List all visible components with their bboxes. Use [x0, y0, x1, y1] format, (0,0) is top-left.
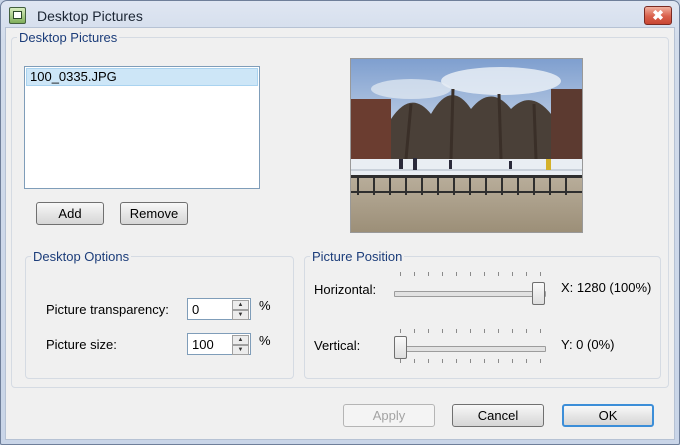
transparency-stepper[interactable]: 0 ▲ ▼ [187, 298, 251, 320]
horizontal-slider-ticks [400, 272, 541, 278]
slider-tick [442, 359, 443, 363]
down-arrow-icon[interactable]: ▼ [232, 310, 249, 320]
slider-tick [470, 272, 471, 276]
slider-tick [484, 329, 485, 333]
horizontal-readout: X: 1280 (100%) [561, 280, 652, 295]
cancel-button[interactable]: Cancel [452, 404, 544, 427]
picture-size-stepper[interactable]: 100 ▲ ▼ [187, 333, 251, 355]
vertical-readout: Y: 0 (0%) [561, 337, 615, 352]
slider-tick [526, 359, 527, 363]
apply-button[interactable]: Apply [343, 404, 435, 427]
slider-tick [484, 359, 485, 363]
picture-size-spin-buttons: ▲ ▼ [232, 335, 249, 355]
slider-tick [470, 359, 471, 363]
slider-tick [400, 329, 401, 333]
horizontal-slider-thumb[interactable] [532, 282, 545, 305]
slider-tick [512, 329, 513, 333]
remove-button[interactable]: Remove [120, 202, 188, 225]
slider-tick [456, 359, 457, 363]
dialog-body: Desktop Pictures 100_0335.JPG Add Remove [5, 27, 675, 440]
slider-tick [540, 329, 541, 333]
slider-tick [512, 359, 513, 363]
vertical-slider-ticks-bottom [400, 359, 541, 365]
slider-tick [540, 359, 541, 363]
slider-tick [512, 272, 513, 276]
slider-tick [484, 272, 485, 276]
picture-position-group-label: Picture Position [312, 249, 403, 264]
slider-tick [428, 329, 429, 333]
slider-tick [498, 329, 499, 333]
slider-tick [526, 272, 527, 276]
desktop-pictures-group-label: Desktop Pictures [19, 30, 118, 45]
slider-tick [428, 272, 429, 276]
slider-tick [414, 359, 415, 363]
ok-button[interactable]: OK [562, 404, 654, 427]
transparency-spin-buttons: ▲ ▼ [232, 300, 249, 320]
picture-size-unit: % [259, 333, 271, 348]
transparency-unit: % [259, 298, 271, 313]
slider-tick [400, 359, 401, 363]
slider-tick [442, 329, 443, 333]
vertical-label: Vertical: [314, 338, 361, 353]
transparency-value[interactable]: 0 [192, 302, 199, 317]
vertical-slider-thumb[interactable] [394, 336, 407, 359]
slider-tick [498, 272, 499, 276]
up-arrow-icon[interactable]: ▲ [232, 300, 249, 310]
preview-image [351, 59, 582, 232]
slider-tick [442, 272, 443, 276]
picture-preview [350, 58, 583, 233]
list-item[interactable]: 100_0335.JPG [26, 68, 258, 86]
slider-tick [414, 329, 415, 333]
slider-tick [540, 272, 541, 276]
close-button[interactable]: ✖ [644, 6, 672, 25]
transparency-label: Picture transparency: [46, 302, 169, 317]
horizontal-slider-track[interactable] [394, 291, 546, 297]
horizontal-label: Horizontal: [314, 282, 377, 297]
add-button[interactable]: Add [36, 202, 104, 225]
slider-tick [456, 329, 457, 333]
picture-size-value[interactable]: 100 [192, 337, 214, 352]
up-arrow-icon[interactable]: ▲ [232, 335, 249, 345]
picture-file-list[interactable]: 100_0335.JPG [24, 66, 260, 189]
vertical-slider-track[interactable] [394, 346, 546, 352]
desktop-pictures-icon [9, 7, 26, 24]
slider-tick [470, 329, 471, 333]
slider-tick [414, 272, 415, 276]
down-arrow-icon[interactable]: ▼ [232, 345, 249, 355]
vertical-slider-ticks [400, 329, 541, 335]
window-title: Desktop Pictures [37, 8, 143, 24]
slider-tick [400, 272, 401, 276]
slider-tick [526, 329, 527, 333]
slider-tick [428, 359, 429, 363]
dialog-window: Desktop Pictures ✖ Desktop Pictures 100_… [0, 0, 680, 445]
slider-tick [498, 359, 499, 363]
desktop-options-group-label: Desktop Options [33, 249, 130, 264]
slider-tick [456, 272, 457, 276]
picture-size-label: Picture size: [46, 337, 117, 352]
